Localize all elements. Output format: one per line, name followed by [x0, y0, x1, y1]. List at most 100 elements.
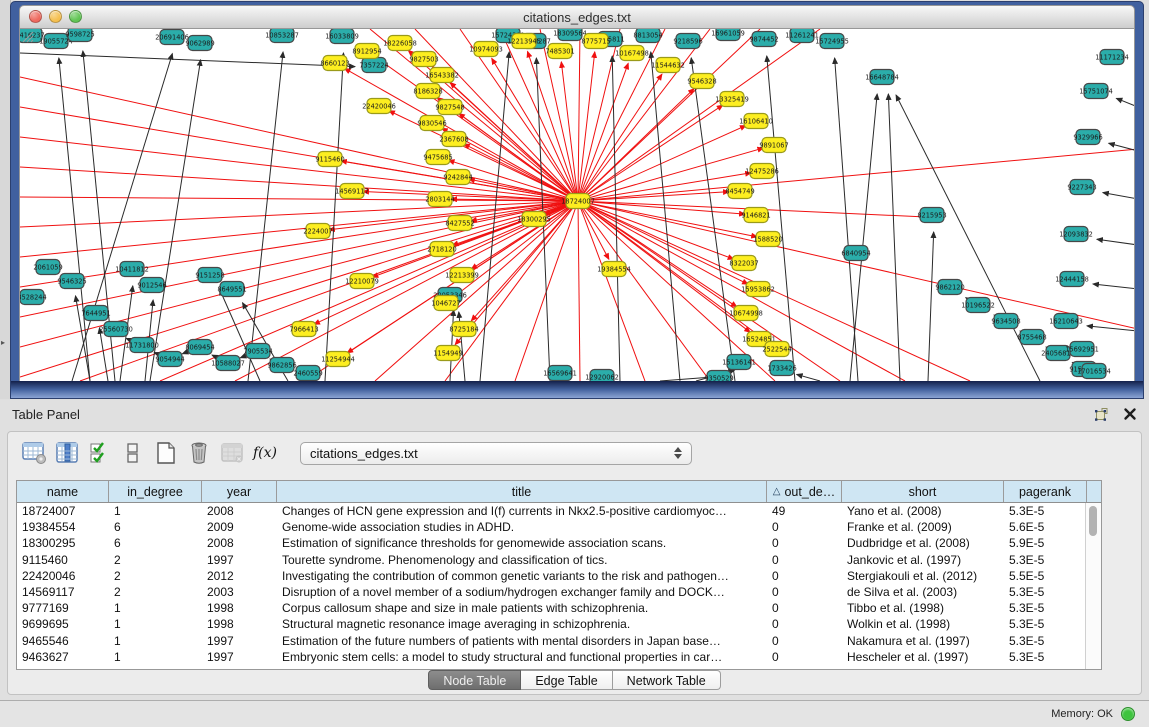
graph-node[interactable]: 12093832 [1059, 227, 1093, 242]
network-canvas[interactable]: 7416237190557249598725206914069062989108… [19, 29, 1135, 381]
table-cell[interactable]: 9465546 [17, 634, 109, 648]
table-cell[interactable]: Nakamura et al. (1997) [842, 634, 1004, 648]
network-window-titlebar[interactable]: citations_edges.txt [19, 5, 1135, 29]
table-cell[interactable]: 6 [109, 520, 202, 534]
graph-node[interactable]: 7357224 [359, 58, 388, 73]
graph-node[interactable]: 10674998 [729, 306, 763, 321]
table-cell[interactable]: 0 [767, 650, 842, 664]
graph-node[interactable]: 8813054 [633, 29, 662, 43]
graph-node[interactable]: 10588027 [211, 356, 245, 371]
graph-node[interactable]: 16648784 [865, 70, 899, 85]
canvas-resize-grip[interactable] [20, 29, 34, 43]
graph-node[interactable]: 22420046 [362, 99, 396, 114]
table-row[interactable]: 2242004622012Investigating the contribut… [17, 568, 1101, 584]
select-all-icon[interactable] [86, 439, 114, 467]
table-cell[interactable]: Corpus callosum shape and size in male p… [277, 601, 767, 615]
table-cell[interactable]: 5.3E-5 [1004, 504, 1087, 518]
graph-node[interactable]: 8427552 [445, 216, 474, 231]
table-cell[interactable]: Estimation of significance thresholds fo… [277, 536, 767, 550]
graph-node[interactable]: 8649551 [217, 282, 246, 297]
graph-node[interactable]: 9242844 [443, 170, 472, 185]
table-cell[interactable]: Tourette syndrome. Phenomenology and cla… [277, 553, 767, 567]
graph-node[interactable]: 10411812 [115, 262, 149, 277]
graph-node[interactable]: 9151258 [195, 268, 224, 283]
network-table-selector[interactable]: citations_edges.txt [300, 442, 692, 465]
graph-node[interactable]: 16569641 [543, 366, 577, 381]
graph-node[interactable]: 12213945 [507, 34, 541, 49]
graph-node[interactable]: 12444158 [1055, 272, 1089, 287]
graph-node[interactable]: 16961059 [711, 29, 745, 41]
graph-node[interactable]: 9062989 [185, 36, 214, 51]
table-row[interactable]: 969969511998Structural magnetic resonanc… [17, 616, 1101, 632]
table-cell[interactable]: 6 [109, 536, 202, 550]
table-cell[interactable]: 9777169 [17, 601, 109, 615]
table-cell[interactable]: 2008 [202, 504, 277, 518]
graph-node[interactable]: 10196522 [961, 298, 995, 313]
table-cell[interactable]: 1997 [202, 553, 277, 567]
table-cell[interactable]: 22420046 [17, 569, 109, 583]
graph-node[interactable]: 15692951 [1065, 342, 1099, 357]
graph-node[interactable]: 9874452 [749, 32, 778, 47]
graph-node[interactable]: 8660123 [320, 56, 349, 71]
graph-node[interactable]: 19384554 [597, 262, 631, 277]
table-row[interactable]: 911546021997Tourette syndrome. Phenomeno… [17, 552, 1101, 568]
table-scrollbar-thumb[interactable] [1089, 506, 1097, 536]
graph-node[interactable]: 8322037 [729, 256, 758, 271]
graph-node[interactable]: 8069454 [185, 340, 214, 355]
graph-node[interactable]: 7905534 [243, 344, 272, 359]
table-cell[interactable]: Tibbo et al. (1998) [842, 601, 1004, 615]
graph-node[interactable]: 9329966 [1073, 130, 1102, 145]
graph-node[interactable]: 9146821 [741, 208, 770, 223]
table-cell[interactable]: 0 [767, 617, 842, 631]
table-cell[interactable]: Dudbridge et al. (2008) [842, 536, 1004, 550]
close-window-button[interactable] [29, 10, 42, 23]
graph-node[interactable]: 9054944 [155, 352, 184, 367]
table-cell[interactable]: 14569117 [17, 585, 109, 599]
expand-panel-icon[interactable]: ▸ [1, 338, 5, 347]
graph-node[interactable]: 11254944 [321, 352, 355, 367]
graph-node[interactable]: 9350529 [704, 371, 733, 382]
table-cell[interactable]: Embryonic stem cells: a model to study s… [277, 650, 767, 664]
table-row[interactable]: 1938455462009Genome-wide association stu… [17, 519, 1101, 535]
graph-node[interactable]: 9891067 [759, 138, 788, 153]
new-table-icon[interactable] [152, 439, 180, 467]
graph-node[interactable]: 8186328 [413, 84, 442, 99]
delete-rows-icon[interactable] [185, 439, 213, 467]
graph-node[interactable]: 9115460 [315, 152, 344, 167]
graph-node[interactable]: 16106410 [739, 114, 773, 129]
table-cell[interactable]: Yano et al. (2008) [842, 504, 1004, 518]
graph-node[interactable]: 15136141 [722, 355, 756, 370]
graph-node[interactable]: 8755468 [1017, 330, 1046, 345]
graph-node[interactable]: 2460559 [293, 366, 322, 381]
table-cell[interactable]: 1 [109, 617, 202, 631]
table-cell[interactable]: Disruption of a novel member of a sodium… [277, 585, 767, 599]
column-header-out_de[interactable]: △out_de… [767, 481, 842, 502]
tab-node-table[interactable]: Node Table [428, 670, 521, 690]
table-cell[interactable]: 5.3E-5 [1004, 634, 1087, 648]
table-cell[interactable]: 1 [109, 601, 202, 615]
graph-node[interactable]: 9546325 [57, 274, 86, 289]
graph-node[interactable]: 12920062 [585, 370, 619, 382]
graph-node[interactable]: 8528244 [20, 290, 47, 305]
column-header-in_degree[interactable]: in_degree [109, 481, 202, 502]
table-cell[interactable]: 5.6E-5 [1004, 520, 1087, 534]
table-row[interactable]: 946554611997Estimation of the future num… [17, 633, 1101, 649]
table-row[interactable]: 977716911998Corpus callosum shape and si… [17, 600, 1101, 616]
table-cell[interactable]: 2008 [202, 536, 277, 550]
graph-node[interactable]: 8725184 [449, 322, 478, 337]
graph-node[interactable]: 11731800 [125, 338, 159, 353]
table-cell[interactable]: 0 [767, 553, 842, 567]
table-cell[interactable]: 1 [109, 650, 202, 664]
table-cell[interactable]: Stergiakouli et al. (2012) [842, 569, 1004, 583]
table-cell[interactable]: 2 [109, 569, 202, 583]
table-cell[interactable]: Genome-wide association studies in ADHD. [277, 520, 767, 534]
graph-node[interactable]: 15751074 [1079, 84, 1113, 99]
graph-node[interactable]: 2803144 [425, 192, 454, 207]
table-cell[interactable]: 2 [109, 585, 202, 599]
graph-node[interactable]: 14569117 [335, 184, 369, 199]
graph-node[interactable]: 20691406 [155, 30, 189, 45]
graph-node[interactable]: 18226058 [383, 36, 417, 51]
table-cell[interactable]: de Silva et al. (2003) [842, 585, 1004, 599]
function-builder-icon[interactable]: f(x) [251, 439, 279, 467]
graph-node[interactable]: 12475286 [745, 164, 779, 179]
